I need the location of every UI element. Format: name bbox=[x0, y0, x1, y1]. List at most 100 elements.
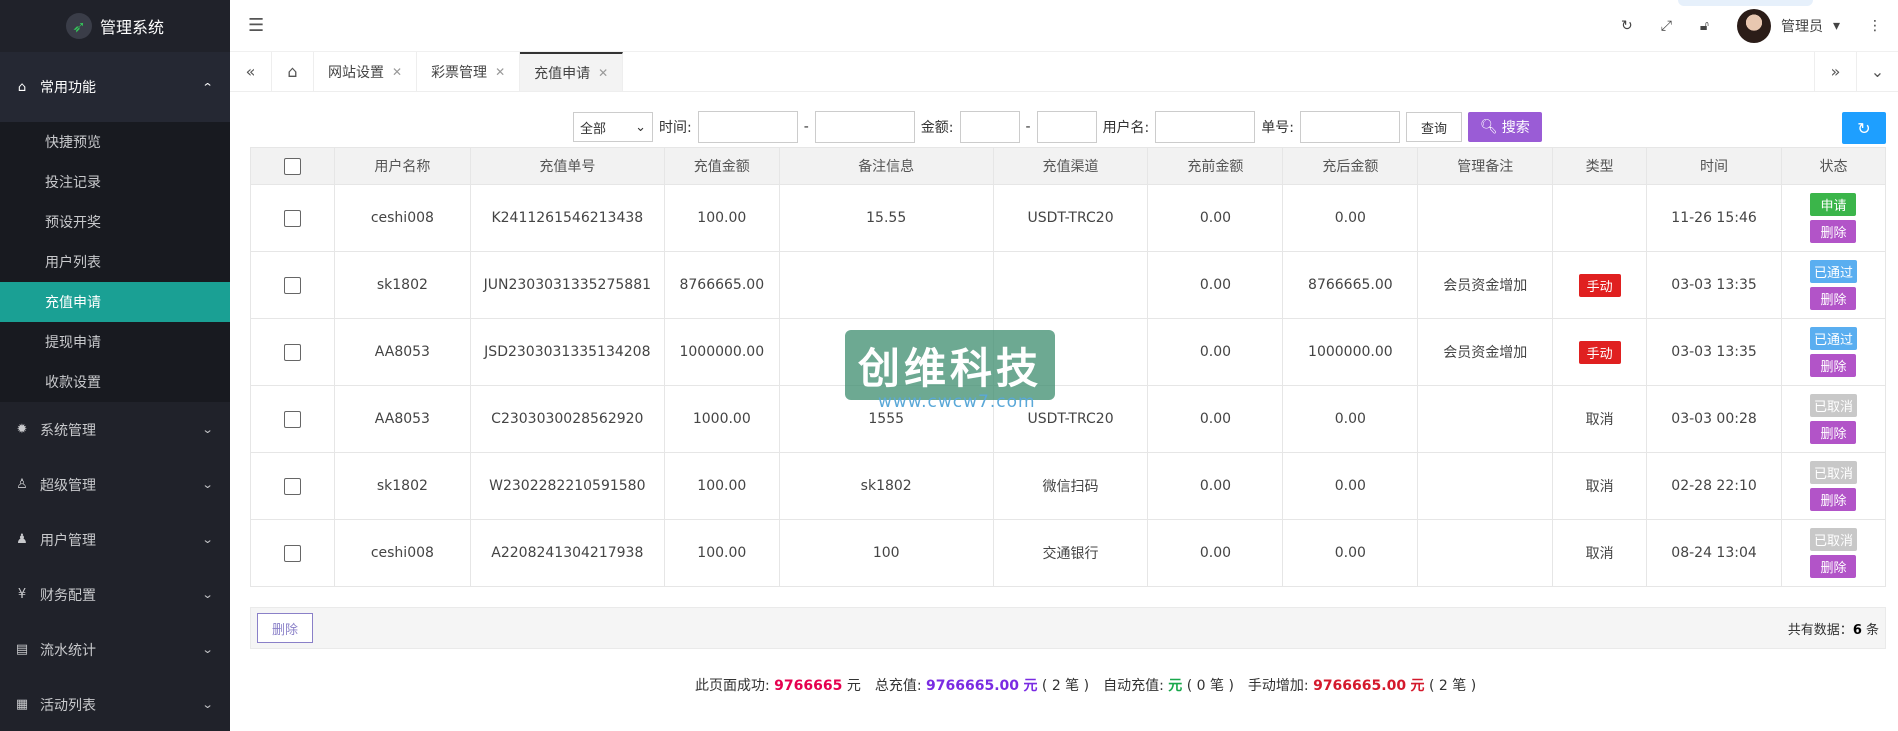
sidebar-item-user-list[interactable]: 用户列表 bbox=[0, 242, 230, 282]
sidebar-item-super[interactable]: ♙ 超级管理 ⌄ bbox=[0, 457, 230, 512]
row-select-cell bbox=[250, 318, 335, 386]
close-icon[interactable]: ✕ bbox=[598, 66, 608, 80]
username-input[interactable] bbox=[1155, 111, 1256, 143]
delete-row-button[interactable]: 删除 bbox=[1810, 555, 1857, 578]
sidebar-item-label: 活动列表 bbox=[40, 697, 96, 714]
total-prefix: 共有数据： bbox=[1787, 622, 1853, 638]
delete-row-button[interactable]: 删除 bbox=[1810, 421, 1857, 444]
summary-value: 9766665 bbox=[774, 678, 843, 694]
tab-label: 彩票管理 bbox=[431, 64, 488, 81]
cell-user: AA8053 bbox=[333, 318, 471, 386]
summary-total: 总充值: 9766665.00 元 ( 2 笔 ) bbox=[875, 675, 1089, 695]
tab-site-settings[interactable]: 网站设置 ✕ bbox=[314, 52, 418, 91]
sidebar-item-preview[interactable]: 快捷预览 bbox=[0, 122, 230, 162]
sidebar-item-recharge[interactable]: 充值申请 bbox=[0, 282, 230, 322]
delete-row-button[interactable]: 删除 bbox=[1810, 220, 1857, 243]
select-all-checkbox[interactable] bbox=[283, 157, 301, 175]
cell-admin-note bbox=[1417, 184, 1554, 252]
tabs-menu-chevron-icon[interactable]: ⌄ bbox=[1856, 52, 1898, 91]
col-header: 状态 bbox=[1780, 147, 1887, 185]
search-button-label: 搜索 bbox=[1501, 120, 1530, 136]
row-checkbox[interactable] bbox=[283, 276, 301, 294]
menu-toggle-icon[interactable]: ☰ bbox=[248, 15, 264, 36]
sidebar-item-bet-records[interactable]: 投注记录 bbox=[0, 162, 230, 202]
sidebar-item-users[interactable]: ♟ 用户管理 ⌄ bbox=[0, 512, 230, 567]
cell-time: 03-03 00:28 bbox=[1646, 385, 1782, 453]
apply-button[interactable]: 申请 bbox=[1810, 193, 1857, 216]
sidebar-item-withdraw[interactable]: 提现申请 bbox=[0, 322, 230, 362]
query-button[interactable]: 查询 bbox=[1406, 112, 1463, 142]
cell-order: K2411261546213438 bbox=[469, 184, 665, 252]
delete-row-button[interactable]: 删除 bbox=[1810, 354, 1857, 377]
sidebar-item-label: 系统管理 bbox=[40, 422, 96, 439]
summary-unit: 元 bbox=[1168, 678, 1183, 694]
sidebar-item-finance[interactable]: ¥ 财务配置 ⌄ bbox=[0, 567, 230, 622]
summary-label: 自动充值: bbox=[1103, 678, 1164, 694]
table-row: ceshi008 A2208241304217938 100.00 100 交通… bbox=[250, 519, 1887, 587]
app-logo[interactable]: ➶ 管理系统 bbox=[0, 0, 230, 52]
lock-icon[interactable]: 🔓︎ bbox=[1700, 18, 1709, 34]
tab-recharge[interactable]: 充值申请 ✕ bbox=[520, 52, 624, 91]
select-all-cell bbox=[250, 147, 335, 185]
more-icon[interactable]: ⋮ bbox=[1868, 18, 1882, 34]
cell-after: 0.00 bbox=[1282, 452, 1419, 520]
delete-row-button[interactable]: 删除 bbox=[1810, 488, 1857, 511]
cell-status: 已取消 删除 bbox=[1780, 452, 1887, 520]
amount-max-input[interactable] bbox=[1036, 111, 1097, 143]
cell-status: 申请 删除 bbox=[1780, 184, 1887, 252]
time-start-input[interactable] bbox=[697, 111, 798, 143]
close-icon[interactable]: ✕ bbox=[392, 65, 402, 79]
row-checkbox[interactable] bbox=[283, 544, 301, 562]
search-icon: 🔍︎ bbox=[1480, 119, 1498, 135]
summary-count: ( 0 笔 ) bbox=[1186, 678, 1234, 694]
batch-delete-button[interactable]: 删除 bbox=[257, 613, 314, 643]
tab-lottery[interactable]: 彩票管理 ✕ bbox=[417, 52, 521, 91]
cell-user: ceshi008 bbox=[333, 184, 471, 252]
refresh-button[interactable]: ↻ bbox=[1842, 112, 1886, 144]
status-badge: 已通过 bbox=[1809, 327, 1857, 350]
cell-time: 03-03 13:35 bbox=[1646, 318, 1782, 386]
order-input[interactable] bbox=[1300, 111, 1400, 143]
cell-after: 0.00 bbox=[1282, 385, 1419, 453]
cell-status: 已通过 删除 bbox=[1780, 251, 1887, 319]
amount-min-input[interactable] bbox=[959, 111, 1020, 143]
cell-remark bbox=[778, 251, 994, 319]
cell-user: sk1802 bbox=[333, 251, 471, 319]
cell-type: 手动 bbox=[1552, 318, 1648, 386]
sidebar-item-flow[interactable]: ▤ 流水统计 ⌄ bbox=[0, 622, 230, 677]
user-name: 管理员 bbox=[1780, 18, 1823, 35]
cell-remark: 100 bbox=[778, 519, 994, 587]
fullscreen-icon[interactable]: ⤢ bbox=[1661, 18, 1672, 34]
cell-order: W2302282210591580 bbox=[469, 452, 665, 520]
cell-amount: 100.00 bbox=[663, 519, 780, 587]
sidebar-item-system[interactable]: ✹ 系统管理 ⌄ bbox=[0, 402, 230, 457]
user-menu[interactable]: 管理员 ▾ bbox=[1736, 8, 1840, 43]
time-end-input[interactable] bbox=[814, 111, 915, 143]
row-checkbox[interactable] bbox=[283, 209, 301, 227]
close-icon[interactable]: ✕ bbox=[495, 65, 505, 79]
delete-row-button[interactable]: 删除 bbox=[1810, 287, 1857, 310]
col-header: 用户名称 bbox=[333, 147, 471, 185]
summary-line: 此页面成功: 9766665 元 总充值: 9766665.00 元 ( 2 笔… bbox=[0, 675, 1898, 695]
row-checkbox[interactable] bbox=[283, 477, 301, 495]
summary-manual: 手动增加: 9766665.00 元 ( 2 笔 ) bbox=[1248, 675, 1476, 695]
tabs-scroll-left-icon[interactable]: « bbox=[230, 52, 272, 91]
tab-label: 网站设置 bbox=[328, 64, 384, 81]
cell-channel: 微信扫码 bbox=[992, 452, 1149, 520]
search-button[interactable]: 🔍︎ 搜索 bbox=[1468, 112, 1542, 142]
filter-bar: 全部 ⌄ 时间: - 金额: - 用户名: 单号: 查询 🔍︎ 搜索 bbox=[573, 111, 1542, 143]
time-label: 时间: bbox=[659, 120, 692, 136]
row-checkbox[interactable] bbox=[283, 410, 301, 428]
status-select[interactable]: 全部 ⌄ bbox=[573, 112, 653, 142]
cell-before: 0.00 bbox=[1147, 251, 1284, 319]
sidebar-group-common[interactable]: ⌂ 常用功能 ⌃ bbox=[0, 52, 230, 122]
row-checkbox[interactable] bbox=[283, 343, 301, 361]
summary-unit: 元 bbox=[1023, 678, 1038, 694]
order-label: 单号: bbox=[1261, 120, 1294, 136]
sidebar-item-payment-settings[interactable]: 收款设置 bbox=[0, 362, 230, 402]
cell-admin-note bbox=[1417, 452, 1554, 520]
tabs-scroll-right-icon[interactable]: » bbox=[1814, 52, 1856, 91]
sidebar-item-preset-draw[interactable]: 预设开奖 bbox=[0, 202, 230, 242]
home-tab-icon[interactable]: ⌂ bbox=[272, 52, 314, 91]
refresh-icon[interactable]: ↻ bbox=[1621, 18, 1633, 34]
